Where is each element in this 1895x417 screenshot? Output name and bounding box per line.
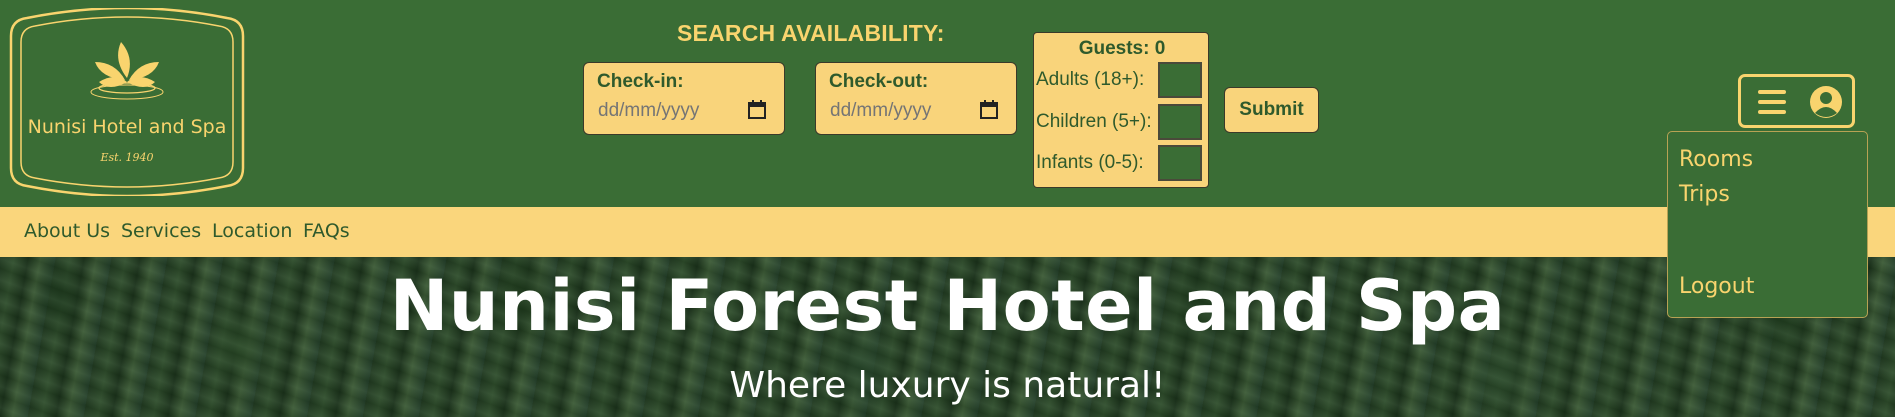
check-in-box: Check-in: [583, 62, 785, 135]
logo-name: Nunisi Hotel and Spa [27, 116, 227, 138]
hotel-logo[interactable]: Nunisi Hotel and Spa Est. 1940 [5, 8, 249, 196]
hero-title: Nunisi Forest Hotel and Spa [389, 265, 1506, 347]
infants-row: Infants (0-5): [1034, 142, 1210, 182]
infants-input[interactable] [1158, 145, 1202, 181]
main-nav: About Us Services Location FAQs [0, 207, 1895, 257]
calendar-icon[interactable] [980, 100, 998, 119]
guests-count: Guests: 0 [1078, 38, 1166, 59]
check-in-label: Check-in: [597, 71, 684, 92]
logo-emblem-icon [9, 8, 245, 196]
logo-established: Est. 1940 [100, 151, 154, 164]
dropdown-item-logout[interactable]: Logout [1679, 274, 1754, 299]
nav-services[interactable]: Services [121, 220, 201, 242]
hero-subtitle: Where luxury is natural! [729, 365, 1166, 406]
submit-button[interactable]: Submit [1224, 87, 1319, 133]
account-dropdown-menu: Rooms Trips Logout [1667, 131, 1868, 318]
guests-panel: Guests: 0 Adults (18+): Children (5+): I… [1033, 32, 1209, 188]
user-icon [1810, 86, 1842, 118]
hero-banner: Nunisi Forest Hotel and Spa Where luxury… [0, 257, 1895, 417]
check-out-label: Check-out: [829, 71, 929, 92]
adults-row: Adults (18+): [1034, 59, 1210, 99]
calendar-icon[interactable] [748, 100, 766, 119]
check-out-box: Check-out: [815, 62, 1017, 135]
nav-about-us[interactable]: About Us [24, 220, 110, 242]
infants-label: Infants (0-5): [1036, 152, 1144, 173]
nav-location[interactable]: Location [212, 220, 292, 242]
hamburger-icon [1758, 90, 1786, 114]
adults-label: Adults (18+): [1036, 69, 1145, 90]
adults-input[interactable] [1158, 62, 1202, 98]
children-row: Children (5+): [1034, 101, 1210, 141]
children-input[interactable] [1158, 104, 1202, 140]
account-menu-button[interactable] [1738, 74, 1855, 128]
dropdown-item-trips[interactable]: Trips [1679, 182, 1730, 207]
site-header: Nunisi Hotel and Spa Est. 1940 SEARCH AV… [0, 0, 1895, 207]
search-title: SEARCH AVAILABILITY: [677, 20, 945, 46]
nav-faqs[interactable]: FAQs [303, 220, 350, 242]
children-label: Children (5+): [1036, 111, 1152, 132]
dropdown-item-rooms[interactable]: Rooms [1679, 147, 1753, 172]
